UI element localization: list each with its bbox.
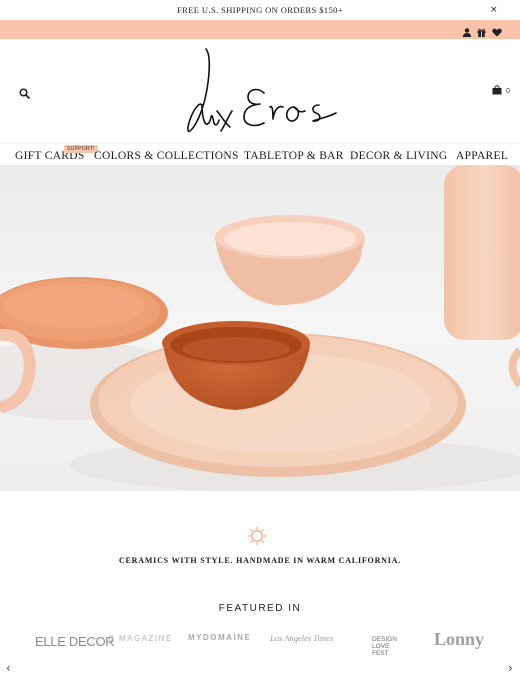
nav-apparel[interactable]: APPAREL <box>456 150 508 162</box>
hero-image[interactable] <box>0 165 520 491</box>
nav-colors-collections[interactable]: COLORS & COLLECTIONS <box>94 150 239 162</box>
sun-icon <box>247 526 267 546</box>
announcement-bar: FREE U.S. SHIPPING ON ORDERS $150+ × <box>0 0 520 20</box>
nav-decor-living[interactable]: DECOR & LIVING <box>350 150 447 162</box>
bag-icon <box>492 85 502 97</box>
press-logo-c-magazine[interactable]: C MAGAZINE <box>108 634 173 643</box>
nav-tabletop-bar[interactable]: TABLETOP & BAR <box>244 150 344 162</box>
press-logo-lonny[interactable]: Lonny <box>434 629 484 650</box>
press-logo-elle-decor[interactable]: ELLE DECOR <box>35 634 115 649</box>
cart-count: 0 <box>506 87 510 95</box>
search-icon[interactable] <box>19 86 30 99</box>
tagline: CERAMICS WITH STYLE. HANDMADE IN WARM CA… <box>118 556 402 565</box>
utility-bar <box>0 20 520 39</box>
carousel-next-arrow[interactable]: › <box>508 661 513 675</box>
press-logo-design-love-fest[interactable]: DESIGN LOVE FEST <box>372 636 402 657</box>
nav-gift-cards[interactable]: GIFT CARDS SUPPORT! <box>15 145 98 162</box>
featured-heading: FEATURED IN <box>218 603 302 614</box>
brand-logo[interactable] <box>180 47 346 139</box>
press-logo-la-times[interactable]: Los Angeles Times <box>270 633 333 643</box>
announcement-text: FREE U.S. SHIPPING ON ORDERS $150+ <box>177 5 343 15</box>
press-logo-mydomaine[interactable]: MYDOMAINE <box>188 633 251 642</box>
carousel-prev-arrow[interactable]: ‹ <box>6 661 11 675</box>
close-icon[interactable]: × <box>490 0 498 20</box>
site-header: 0 <box>0 39 520 143</box>
support-badge: SUPPORT! <box>64 145 98 153</box>
cart-button[interactable]: 0 <box>492 85 510 97</box>
